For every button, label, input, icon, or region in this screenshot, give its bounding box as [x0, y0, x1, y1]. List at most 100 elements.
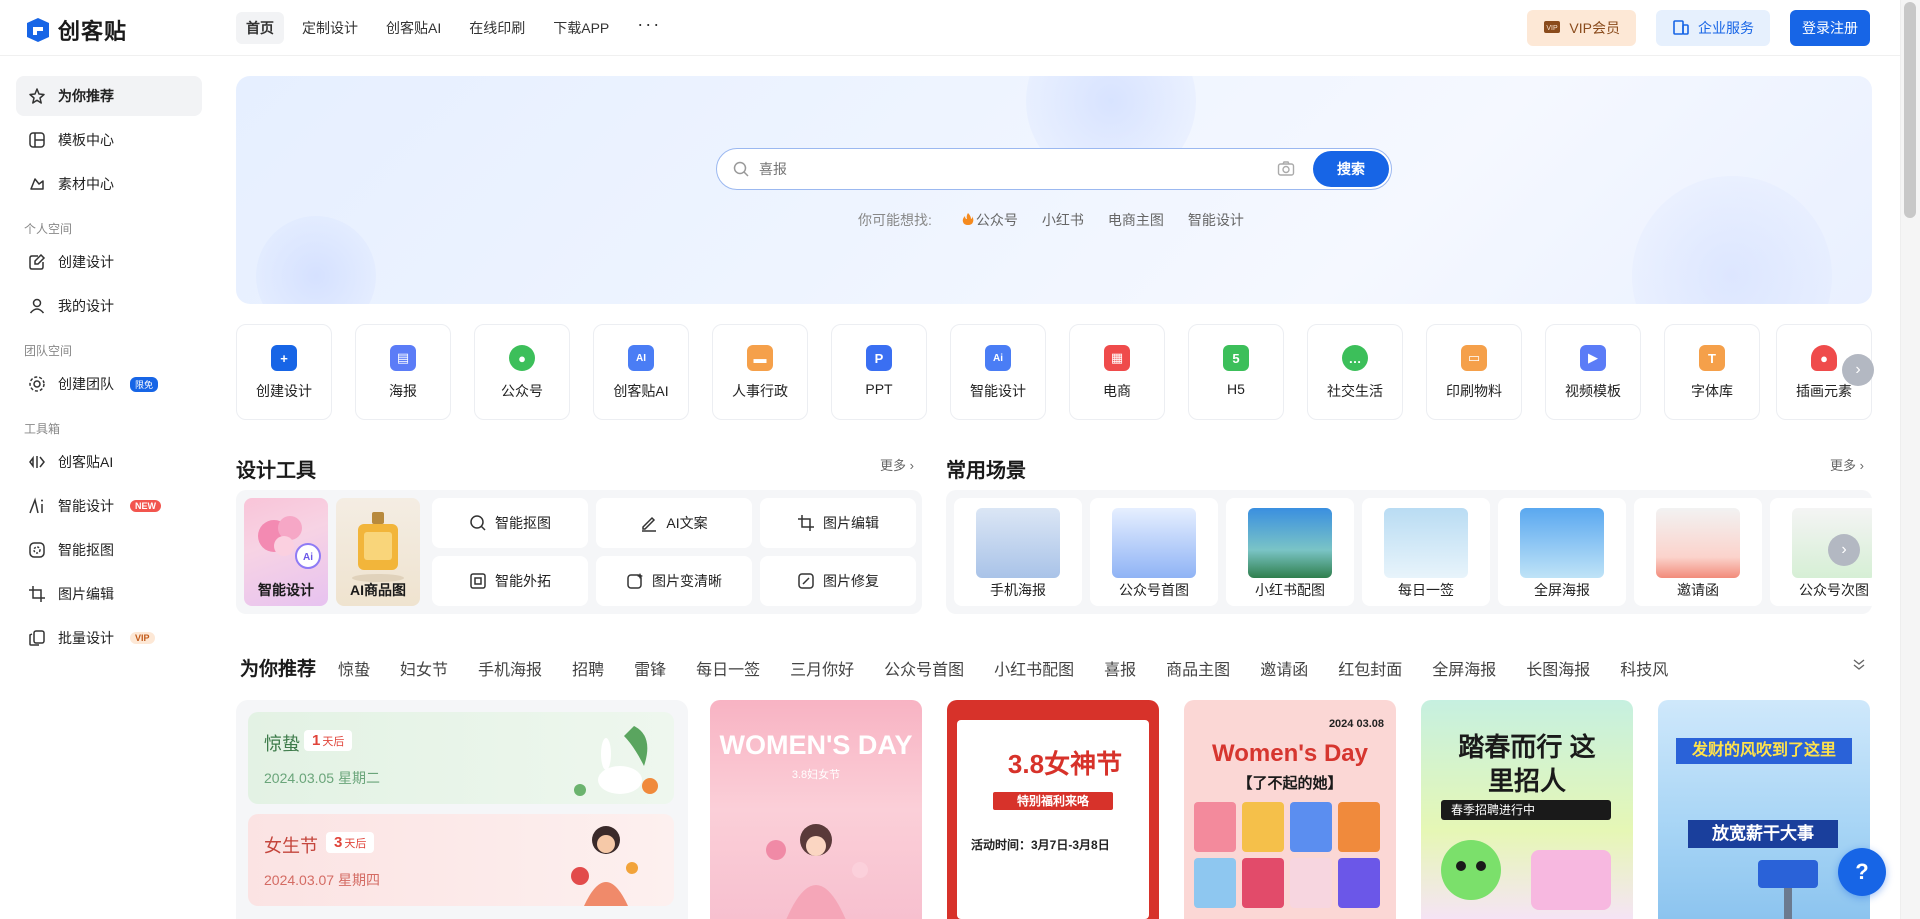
festival-card[interactable]: 女生节 3 天后 2024.03.07 星期四 — [248, 814, 674, 906]
tool-enhance-button[interactable]: 图片变清晰 — [596, 556, 752, 606]
scrollbar[interactable] — [1900, 0, 1920, 919]
category-ai[interactable]: AI 创客贴AI — [593, 324, 689, 420]
tab-invitation[interactable]: 邀请函 — [1260, 656, 1308, 680]
category-video[interactable]: ▶ 视频模板 — [1545, 324, 1641, 420]
tab-womens-day[interactable]: 妇女节 — [400, 656, 448, 680]
nav-print[interactable]: 在线印刷 — [459, 12, 535, 44]
tool-smart-design[interactable]: Ai 智能设计 — [244, 498, 328, 606]
search-button[interactable]: 搜索 — [1313, 151, 1389, 187]
sidebar-item-materials[interactable]: 素材中心 — [16, 164, 202, 204]
pen-icon — [640, 514, 658, 532]
materials-icon — [28, 175, 46, 193]
nav-ai[interactable]: 创客贴AI — [376, 12, 451, 44]
folder-icon: ▬ — [747, 345, 773, 371]
sidebar-item-smart-design[interactable]: 智能设计 NEW — [16, 486, 202, 526]
tab-fullscreen[interactable]: 全屏海报 — [1432, 656, 1496, 680]
category-ppt[interactable]: P PPT — [831, 324, 927, 420]
scene-xiaohongshu[interactable]: 小红书配图 — [1226, 498, 1354, 606]
wechat-icon: ● — [509, 345, 535, 371]
font-icon: T — [1699, 345, 1725, 371]
template-card[interactable]: 3.8女神节 特别福利来咯 活动时间：3月7日-3月8日 — [947, 700, 1159, 919]
category-create-design[interactable]: + 创建设计 — [236, 324, 332, 420]
tab-jingzhe[interactable]: 惊蛰 — [338, 656, 370, 680]
tool-image-edit-button[interactable]: 图片编辑 — [760, 498, 916, 548]
tab-good-news[interactable]: 喜报 — [1104, 656, 1136, 680]
nav-custom-design[interactable]: 定制设计 — [292, 12, 368, 44]
tab-long-poster[interactable]: 长图海报 — [1526, 656, 1590, 680]
decorative-circle — [256, 216, 376, 304]
sidebar-item-recommend[interactable]: 为你推荐 — [16, 76, 202, 116]
suggestion-item[interactable]: 电商主图 — [1108, 210, 1164, 230]
nav-home[interactable]: 首页 — [236, 12, 284, 44]
scene-invitation[interactable]: 邀请函 — [1634, 498, 1762, 606]
vip-badge: VIP — [130, 632, 155, 644]
nav-download-app[interactable]: 下载APP — [543, 12, 619, 44]
suggestion-item[interactable]: 公众号 — [962, 210, 1018, 230]
tool-ai-product[interactable]: AI商品图 — [336, 498, 420, 606]
design-tools-more-link[interactable]: 更多 › — [880, 455, 914, 474]
scene-daily-sign[interactable]: 每日一签 — [1362, 498, 1490, 606]
category-social[interactable]: … 社交生活 — [1307, 324, 1403, 420]
category-ecommerce[interactable]: ▦ 电商 — [1069, 324, 1165, 420]
vip-button[interactable]: VIP VIP会员 — [1527, 10, 1636, 46]
more-icon[interactable]: ··· — [627, 12, 671, 44]
template-card[interactable]: WOMEN'S DAY 3.8妇女节 — [710, 700, 922, 919]
enterprise-button[interactable]: 企业服务 — [1656, 10, 1770, 46]
scene-fullscreen-poster[interactable]: 全屏海报 — [1498, 498, 1626, 606]
template-card[interactable]: 2024 03.08 Women's Day 【了不起的她】 — [1184, 700, 1396, 919]
template-card[interactable]: 发财的风吹到了这里 放宽薪干大事 — [1658, 700, 1870, 919]
video-icon: ▶ — [1580, 345, 1606, 371]
ppt-icon: P — [866, 345, 892, 371]
tab-product-image[interactable]: 商品主图 — [1166, 656, 1230, 680]
tab-mobile-poster[interactable]: 手机海报 — [478, 656, 542, 680]
chevron-down-icon[interactable] — [1851, 656, 1867, 672]
tab-hello-march[interactable]: 三月你好 — [790, 656, 854, 680]
logo-icon — [24, 17, 52, 43]
scene-mobile-poster[interactable]: 手机海报 — [954, 498, 1082, 606]
tool-ai-copy-button[interactable]: AI文案 — [596, 498, 752, 548]
chevron-right-icon[interactable]: › — [1842, 354, 1874, 386]
scene-wechat-cover[interactable]: 公众号首图 — [1090, 498, 1218, 606]
chevron-right-icon[interactable]: › — [1828, 534, 1860, 566]
sidebar-item-cutout[interactable]: 智能抠图 — [16, 530, 202, 570]
sidebar-item-image-edit[interactable]: 图片编辑 — [16, 574, 202, 614]
tab-leifeng[interactable]: 雷锋 — [634, 656, 666, 680]
festival-card[interactable]: 惊蛰 1 天后 2024.03.05 星期二 — [248, 712, 674, 804]
scrollbar-thumb[interactable] — [1904, 2, 1916, 218]
category-h5[interactable]: 5 H5 — [1188, 324, 1284, 420]
tab-red-envelope[interactable]: 红包封面 — [1338, 656, 1402, 680]
login-button[interactable]: 登录注册 — [1790, 10, 1870, 46]
faces-grid-image — [1194, 802, 1380, 908]
sidebar-item-create-team[interactable]: 创建团队 限免 — [16, 364, 202, 404]
scenes-more-link[interactable]: 更多 › — [1830, 455, 1864, 474]
category-hr[interactable]: ▬ 人事行政 — [712, 324, 808, 420]
category-smart-design[interactable]: Ai 智能设计 — [950, 324, 1046, 420]
tab-recruit[interactable]: 招聘 — [572, 656, 604, 680]
tool-repair-button[interactable]: 图片修复 — [760, 556, 916, 606]
category-print[interactable]: ▭ 印刷物料 — [1426, 324, 1522, 420]
template-card[interactable]: 踏春而行 这里招人 春季招聘进行中 — [1421, 700, 1633, 919]
logo[interactable]: 创客贴 — [24, 14, 127, 46]
tab-tech[interactable]: 科技风 — [1620, 656, 1668, 680]
tab-wechat-cover[interactable]: 公众号首图 — [884, 656, 964, 680]
countdown-badge: 1 天后 — [304, 730, 353, 751]
category-fonts[interactable]: T 字体库 — [1664, 324, 1760, 420]
tab-daily-sign[interactable]: 每日一签 — [696, 656, 760, 680]
suggestion-item[interactable]: 智能设计 — [1188, 210, 1244, 230]
help-button[interactable]: ? — [1838, 848, 1886, 896]
suggestion-item[interactable]: 小红书 — [1042, 210, 1084, 230]
sidebar-item-ai[interactable]: 创客贴AI — [16, 442, 202, 482]
scene-thumbnail — [1112, 508, 1196, 578]
sidebar-item-create-design[interactable]: 创建设计 — [16, 242, 202, 282]
sidebar-item-templates[interactable]: 模板中心 — [16, 120, 202, 160]
tool-outpaint-button[interactable]: 智能外拓 — [432, 556, 588, 606]
category-poster[interactable]: ▤ 海报 — [355, 324, 451, 420]
sidebar-item-batch-design[interactable]: 批量设计 VIP — [16, 618, 202, 658]
category-wechat[interactable]: ● 公众号 — [474, 324, 570, 420]
camera-icon[interactable] — [1277, 160, 1295, 178]
sidebar-item-my-design[interactable]: 我的设计 — [16, 286, 202, 326]
search-input[interactable] — [759, 149, 1239, 189]
search-suggestions: 你可能想找: 公众号 小红书 电商主图 智能设计 — [858, 210, 1244, 230]
tool-cutout-button[interactable]: 智能抠图 — [432, 498, 588, 548]
tab-xiaohongshu[interactable]: 小红书配图 — [994, 656, 1074, 680]
